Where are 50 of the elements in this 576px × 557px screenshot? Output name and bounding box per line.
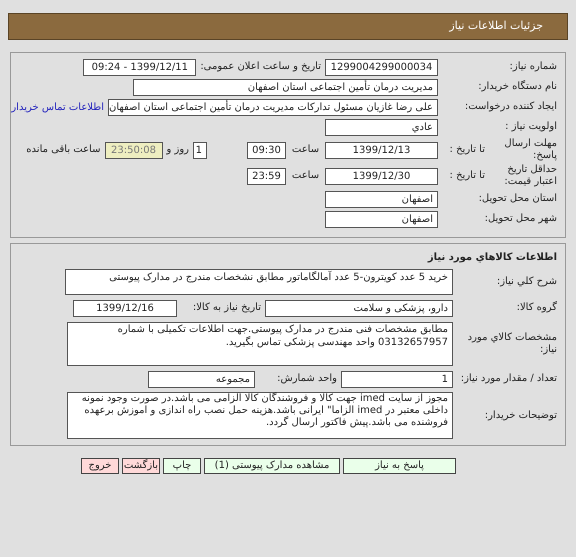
field-label: نام دستگاه خریدار:: [477, 81, 557, 93]
priority-field: عادي: [325, 118, 438, 136]
field-label: اولویت نیاز :: [504, 121, 557, 133]
requester-field: علی رضا غازیان مسئول تدارکات مدیریت درمان تأمین اجتماعی استان اصفهان: [108, 98, 438, 116]
remaining-time-field: 23:50:08: [104, 142, 162, 158]
section-title: اطلاعات کالاهاي مورد نياز: [426, 251, 557, 265]
field-label: تاریخ نیاز به کالا:: [192, 302, 261, 314]
field-label: مشخصات کالاي مورد نياز:: [466, 332, 557, 356]
buyer-notes-textarea: مجوز از سایت imed جهت کالا و فروشندگان کالا الزامی می باشد.در صورت وجود نمونه داخلی معتبر در imed الزاما" ایرانی باشد.هزینه حمل نصب راه اندازی و اموزش برعهده فروشنده می باشد.پیش فاکتور ارسال گردد.: [67, 392, 453, 439]
buyer-contact-link[interactable]: اطلاعات تماس خریدار: [11, 100, 104, 114]
field-label: شهر محل تحویل:: [484, 213, 557, 225]
field-label: توضیحات خریدار:: [484, 410, 557, 422]
field-label: ساعت: [290, 170, 320, 182]
field-label: ساعت باقی مانده: [26, 144, 100, 156]
field-label: حداقل تاریخ اعتبار قیمت:: [503, 164, 557, 188]
announce-date-field: 1399/12/11 - 09:24: [83, 58, 196, 76]
field-label: واحد شمارش:: [276, 373, 337, 385]
quantity-field: 1: [341, 370, 453, 388]
province-field: اصفهان: [325, 190, 438, 208]
field-label: ساعت: [290, 144, 320, 156]
field-label: تعداد / مقدار مورد نیاز:: [460, 373, 557, 385]
unit-field: مجموعه: [148, 370, 255, 388]
goods-group-field: دارو، پزشکی و سلامت: [265, 300, 453, 316]
specs-textarea: مطابق مشخصات فنی مندرج در مدارک پیوستی.جهت اطلاعات تکمیلی با شماره 03132657957 واحد مهندسی پزشکی تماس بگیرید.: [67, 322, 453, 366]
action-button[interactable]: پاسخ به نیاز: [343, 458, 456, 474]
need-number-field: 1299004299000034: [325, 58, 438, 76]
action-button[interactable]: خروج: [81, 458, 119, 474]
days-field: 1: [193, 142, 207, 158]
price-validity-time-field: 23:59: [247, 168, 286, 184]
field-label: ایجاد کننده درخواست:: [464, 101, 557, 113]
buyer-org-field: مدیریت درمان تأمین اجتماعی استان اصفهان: [133, 78, 438, 96]
response-time-field: 09:30: [247, 142, 286, 158]
need-date-field: 1399/12/16: [73, 300, 177, 316]
field-label: روز و: [166, 144, 189, 156]
field-label: تاریخ و ساعت اعلان عمومی:: [200, 61, 321, 73]
city-field: اصفهان: [325, 210, 438, 228]
action-button[interactable]: مشاهده مدارک پیوستی (1): [204, 458, 340, 474]
field-label: تا تاریخ :: [448, 144, 485, 156]
price-validity-date-field: 1399/12/30: [325, 168, 438, 184]
field-label: مهلت ارسال پاسخ:: [503, 138, 557, 162]
field-label: شماره نیاز:: [508, 61, 557, 73]
page-title: جزئیات اطلاعات نیاز: [449, 18, 543, 34]
response-date-field: 1399/12/13: [325, 142, 438, 158]
field-label: تا تاریخ :: [448, 170, 485, 182]
action-button[interactable]: بازگشت: [122, 458, 160, 474]
field-label: شرح کلي نياز:: [496, 276, 557, 288]
action-button[interactable]: چاپ: [163, 458, 201, 474]
field-label: گروه کالا:: [516, 302, 557, 314]
description-field: خرید 5 عدد کویترون-5 عدد آمالگاماتور مطابق نشخصات مندرج در مدارک پیوستی: [65, 269, 453, 295]
field-label: استان محل تحویل:: [478, 193, 557, 205]
